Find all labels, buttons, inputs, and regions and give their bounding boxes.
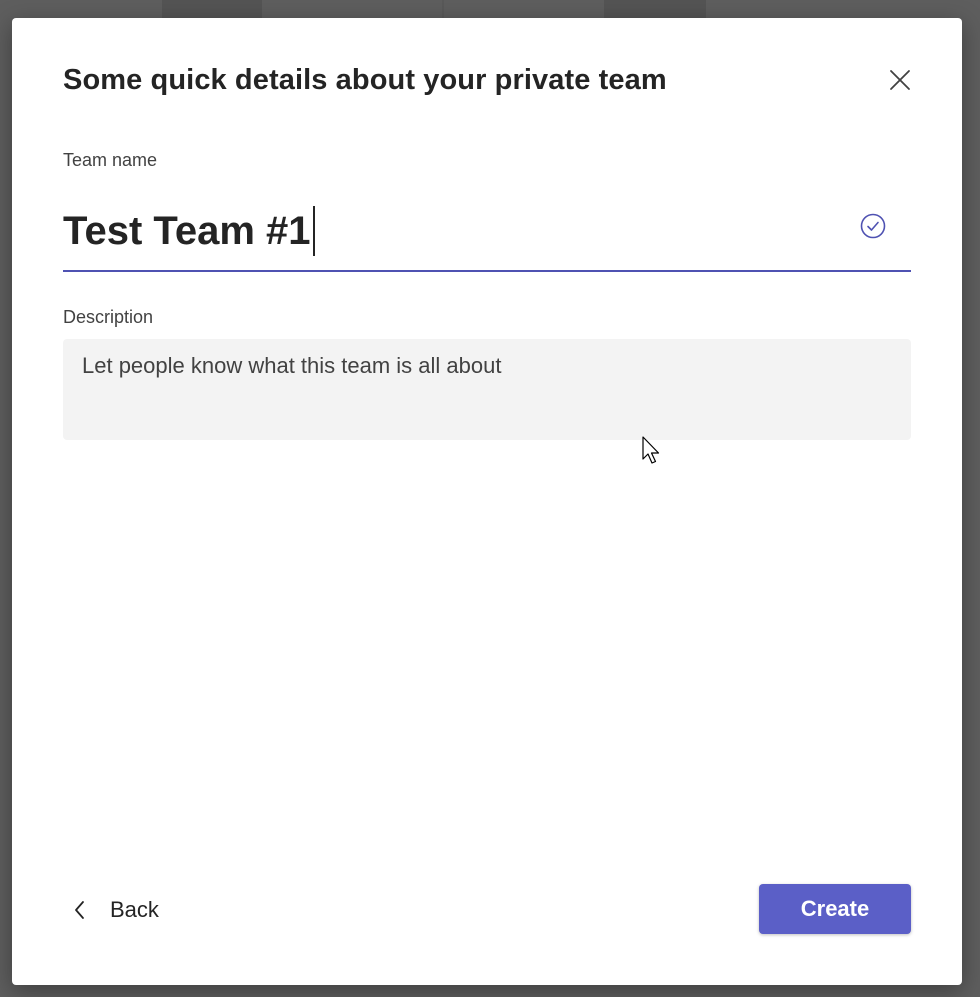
team-name-value: Test Team #1 [63,208,311,253]
check-circle-icon [860,213,886,239]
chevron-left-icon [75,901,84,919]
create-button[interactable]: Create [759,884,911,934]
description-label: Description [63,307,154,327]
back-button[interactable]: Back [72,888,159,932]
mouse-pointer-icon [642,436,660,464]
back-label: Back [110,897,159,922]
background-tile [604,0,706,18]
text-caret [312,206,315,256]
description-placeholder: Let people know what this team is all ab… [82,353,502,378]
dialog-title: Some quick details about your private te… [63,64,667,96]
background-tile [162,0,262,18]
description-textarea[interactable]: Let people know what this team is all ab… [63,339,911,440]
close-icon [890,70,910,90]
background-tile [442,0,444,18]
create-team-dialog: Some quick details about your private te… [12,18,962,985]
close-button[interactable] [882,62,918,98]
team-name-label: Team name [63,150,158,170]
team-name-input[interactable]: Test Team #1 [63,196,911,272]
create-label: Create [800,896,870,921]
